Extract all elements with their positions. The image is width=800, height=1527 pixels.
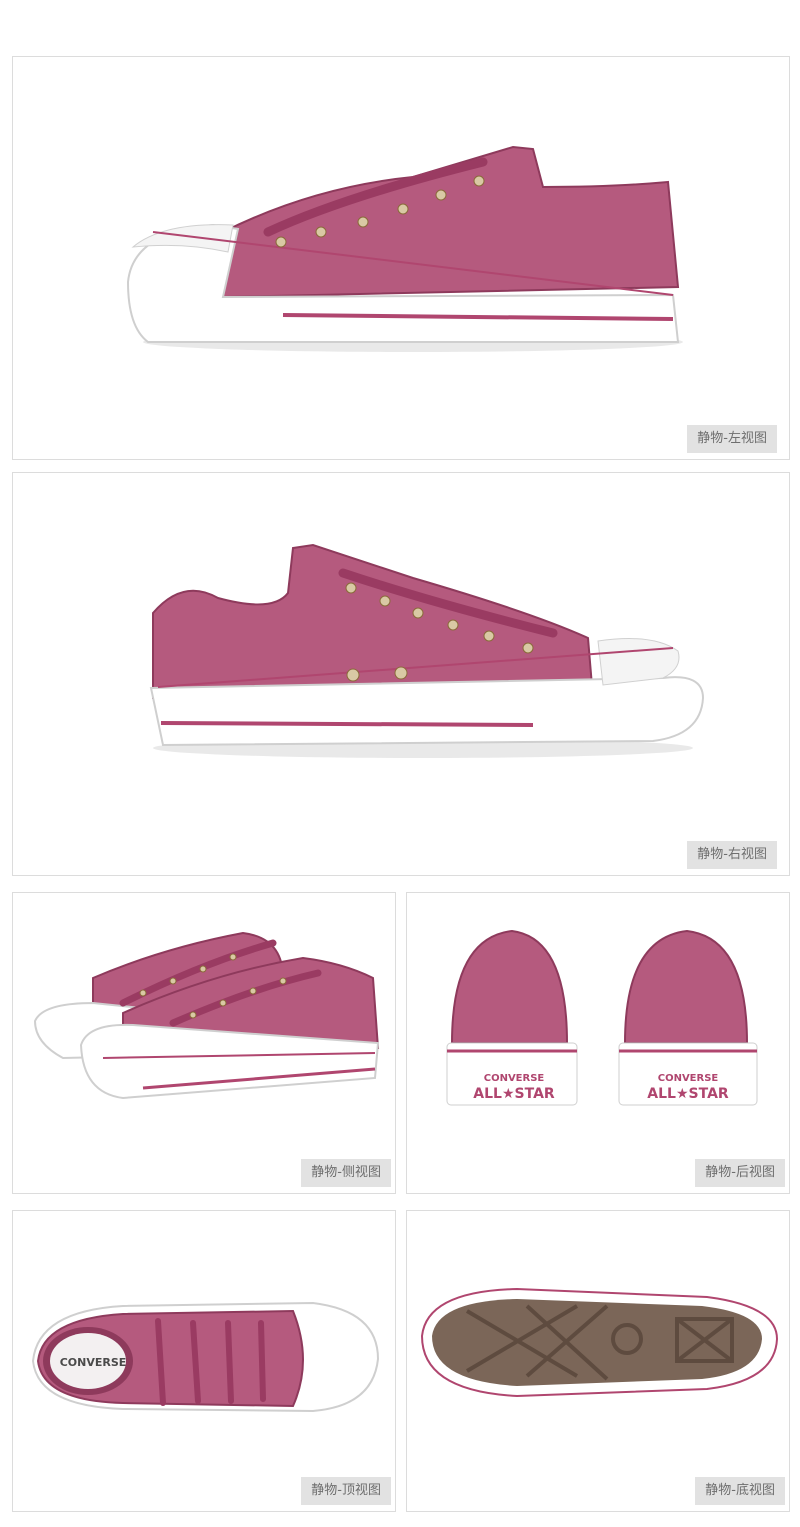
converse-logo-text-left: CONVERSE [484,1073,545,1084]
sneaker-left-view-image [126,145,683,352]
photo-panel-right-view: 静物-右视图 [12,472,790,876]
sneaker-top-view-image: CONVERSE [31,1301,380,1413]
photo-panel-side-view: 静物-侧视图 [12,892,396,1194]
all-star-logo-text-left: ALL★STAR [473,1086,555,1102]
view-label-bottom: 静物-底视图 [695,1477,785,1505]
photo-panel-back-view: CONVERSE ALL★STAR CONVERSE ALL★STAR 静物-后… [406,892,790,1194]
view-label-side: 静物-侧视图 [301,1159,391,1187]
sneaker-back-view-image: CONVERSE ALL★STAR CONVERSE ALL★STAR [446,929,758,1106]
photo-panel-top-view: CONVERSE 静物-顶视图 [12,1210,396,1512]
view-label-top: 静物-顶视图 [301,1477,391,1505]
view-label-left: 静物-左视图 [687,425,777,453]
sneaker-pair-side-view-image [33,931,380,1100]
view-label-back: 静物-后视图 [695,1159,785,1187]
view-label-right: 静物-右视图 [687,841,777,869]
sneaker-right-view-image [149,543,705,758]
sneaker-sole-view-image [420,1287,779,1398]
insole-logo-text: CONVERSE [60,1356,127,1369]
photo-panel-left-view: 静物-左视图 [12,56,790,460]
converse-logo-text-right: CONVERSE [658,1073,719,1084]
photo-panel-bottom-view: 静物-底视图 [406,1210,790,1512]
all-star-logo-text-right: ALL★STAR [647,1086,729,1102]
